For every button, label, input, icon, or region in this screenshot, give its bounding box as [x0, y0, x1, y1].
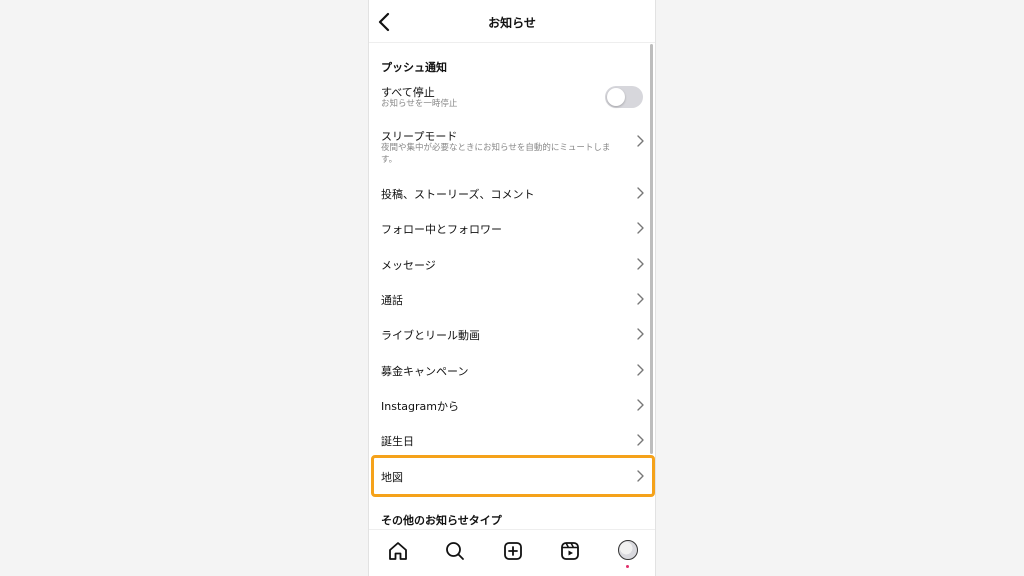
list-item-following[interactable]: フォロー中とフォロワー: [369, 221, 655, 239]
chevron-right-icon: [637, 135, 644, 147]
list-item-fundraisers[interactable]: 募金キャンペーン: [369, 363, 655, 381]
page-title: お知らせ: [488, 16, 536, 30]
list-item-birthdays[interactable]: 誕生日: [369, 433, 655, 451]
notification-dot: [626, 565, 629, 568]
profile-avatar[interactable]: [618, 540, 638, 560]
chevron-right-icon: [637, 364, 644, 376]
pause-all-row: すべて停止 お知らせを一時停止: [369, 84, 655, 114]
create-button[interactable]: [502, 540, 524, 562]
chevron-right-icon: [637, 434, 644, 446]
list-item-live-reels[interactable]: ライブとリール動画: [369, 327, 655, 345]
chevron-right-icon: [637, 399, 644, 411]
list-item-calls[interactable]: 通話: [369, 292, 655, 310]
reels-button[interactable]: [559, 540, 581, 562]
list-item-label: ライブとリール動画: [381, 329, 480, 342]
toggle-knob: [607, 88, 625, 106]
chevron-right-icon: [637, 222, 644, 234]
search-button[interactable]: [444, 540, 466, 562]
sleep-mode-row[interactable]: スリープモード 夜間や集中が必要なときにお知らせを自動的にミュートします。: [369, 128, 655, 170]
chevron-right-icon: [637, 187, 644, 199]
top-bar: お知らせ: [369, 0, 655, 43]
search-icon: [446, 542, 464, 560]
pause-all-sub: お知らせを一時停止: [381, 99, 458, 109]
phone-screen: お知らせ プッシュ通知 すべて停止 お知らせを一時停止 スリープモード 夜間や集…: [368, 0, 656, 576]
list-item-label: 募金キャンペーン: [381, 365, 469, 378]
create-icon: [504, 542, 522, 560]
section-title-push: プッシュ通知: [381, 61, 447, 74]
section-title-other: その他のお知らせタイプ: [381, 514, 502, 527]
reels-icon: [561, 542, 579, 560]
bottom-navigation: [369, 529, 655, 576]
list-item-label: Instagramから: [381, 400, 459, 413]
list-item-label: 通話: [381, 294, 403, 307]
list-item-posts[interactable]: 投稿、ストーリーズ、コメント: [369, 186, 655, 204]
list-item-label: メッセージ: [381, 259, 436, 272]
list-item-from-instagram[interactable]: Instagramから: [369, 398, 655, 416]
home-button[interactable]: [387, 540, 409, 562]
chevron-right-icon: [637, 258, 644, 270]
list-item-label: 誕生日: [381, 435, 414, 448]
list-item-label: フォロー中とフォロワー: [381, 223, 502, 236]
chevron-right-icon: [637, 293, 644, 305]
list-item-messages[interactable]: メッセージ: [369, 257, 655, 275]
list-item-label: 投稿、ストーリーズ、コメント: [381, 188, 535, 201]
home-icon: [389, 542, 407, 560]
pause-all-toggle[interactable]: [605, 86, 643, 108]
chevron-right-icon: [637, 328, 644, 340]
highlight-frame-map: [371, 455, 655, 497]
sleep-mode-sub: 夜間や集中が必要なときにお知らせを自動的にミュートします。: [381, 143, 611, 165]
